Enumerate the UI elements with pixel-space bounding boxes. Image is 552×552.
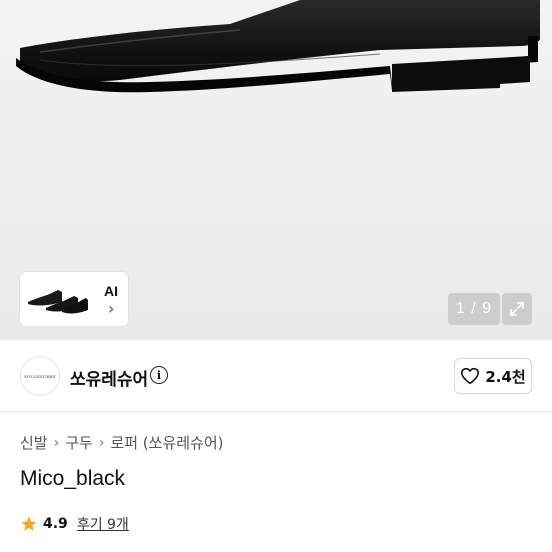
chevron-right-icon: › [53,434,60,451]
rating-row: 4.9 후기 9개 [20,514,129,534]
chevron-right-icon: › [108,299,115,318]
like-count: 2.4천 [485,367,526,386]
reviews-link[interactable]: 후기 9개 [77,514,129,534]
ai-label: AI [104,283,118,299]
shoe-image [16,0,540,93]
breadcrumb-item-loafers[interactable]: 로퍼 (쏘유레슈어) [110,432,223,453]
chevron-right-icon: › [98,434,105,451]
like-button[interactable]: 2.4천 [454,358,532,394]
rating-score: 4.9 [43,516,68,532]
expand-icon [510,302,524,316]
breadcrumb-item-dress-shoes[interactable]: 구두 [65,432,93,453]
ai-thumbnail-card[interactable]: AI › [20,272,128,326]
heart-icon [461,367,480,385]
info-icon[interactable]: i [150,366,168,384]
breadcrumb: 신발 › 구두 › 로퍼 (쏘유레슈어) [20,432,224,453]
shop-row[interactable]: SOULESURES 쏘유레슈어 i 2.4천 [0,340,552,412]
product-image[interactable]: AI › 1 / 9 [0,0,552,340]
shop-name[interactable]: 쏘유레슈어 [70,365,148,390]
image-counter: 1 / 9 [448,293,500,325]
shoe-thumbnail [24,276,90,322]
breadcrumb-item-shoes[interactable]: 신발 [20,432,48,453]
expand-button[interactable] [502,293,532,325]
product-title: Mico_black [20,467,126,490]
shop-avatar-text: SOULESURES [24,373,56,379]
star-icon [21,516,37,531]
shop-avatar[interactable]: SOULESURES [20,356,60,396]
